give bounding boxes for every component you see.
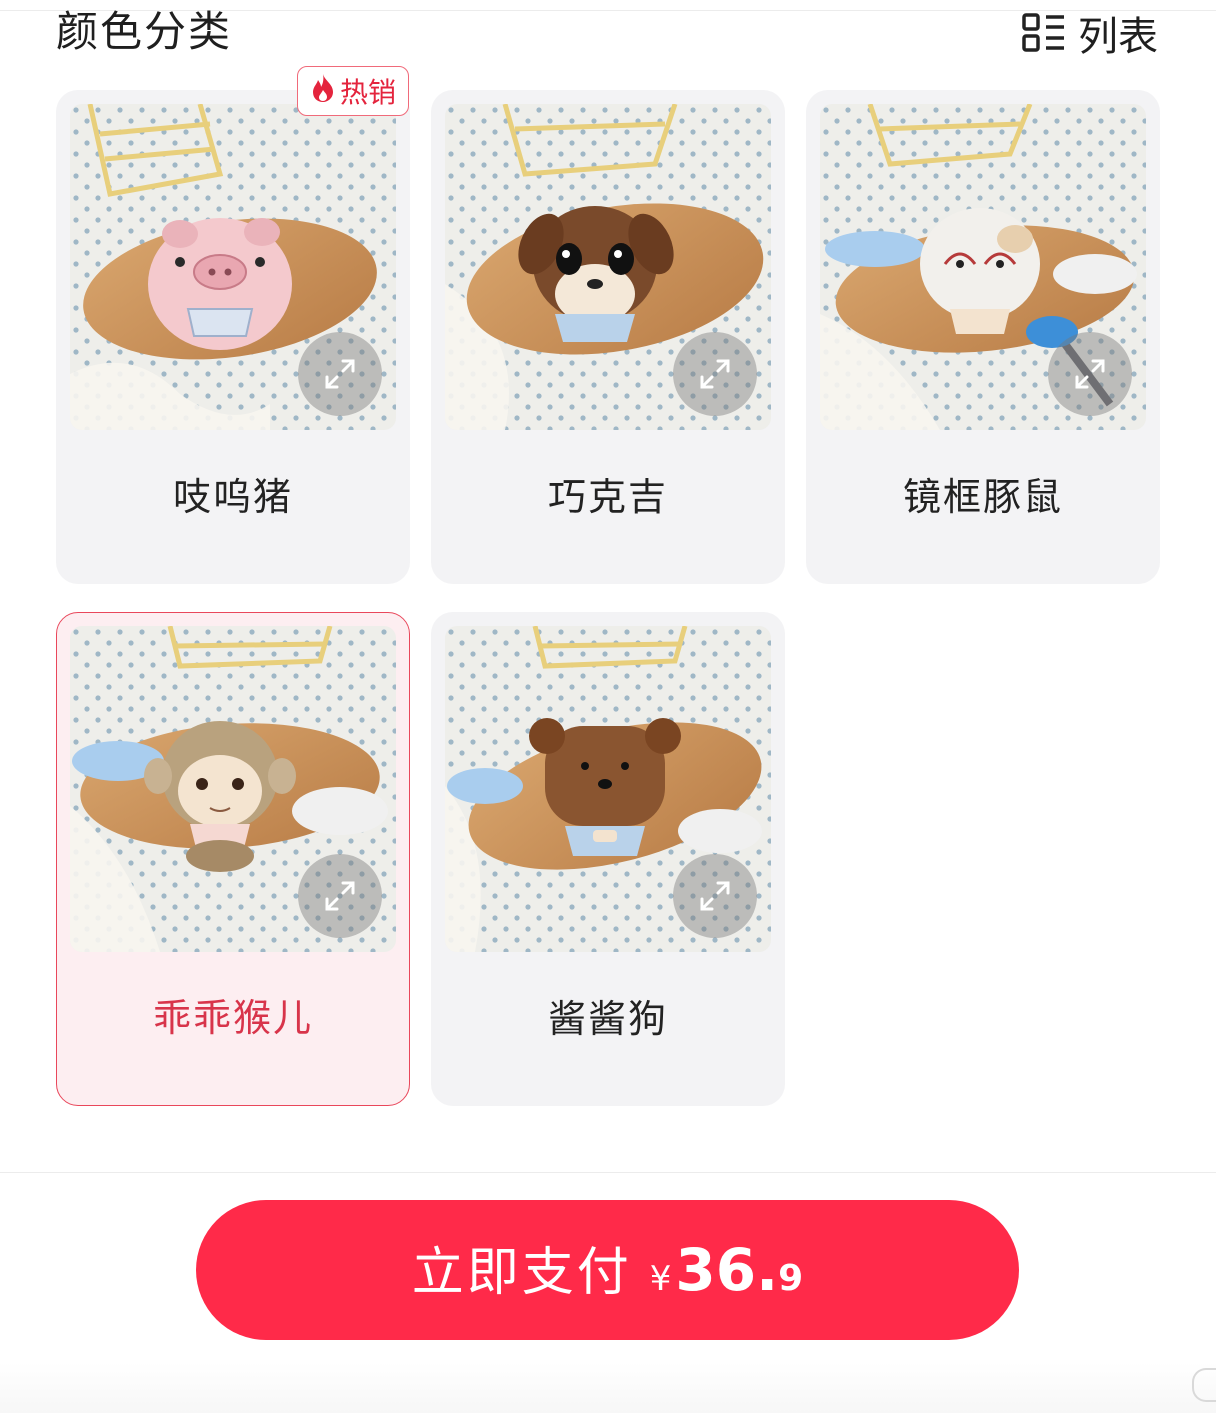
variant-card-guinea-pig[interactable]: 镜框豚鼠 [806, 90, 1160, 584]
section-title: 颜色分类 [56, 7, 233, 56]
variant-grid: 吱呜猪 巧克吉 镜框豚鼠 乖乖猴儿 酱酱狗 [56, 90, 1160, 1110]
expand-icon [325, 359, 355, 389]
currency-symbol: ¥ [649, 1259, 672, 1299]
product-photo [445, 104, 771, 430]
product-photo [70, 104, 396, 430]
expand-image-button[interactable] [298, 332, 382, 416]
expand-image-button[interactable] [1048, 332, 1132, 416]
variant-card-pig[interactable]: 吱呜猪 [56, 90, 410, 584]
expand-image-button[interactable] [297, 853, 382, 938]
expand-icon [700, 359, 730, 389]
expand-image-button[interactable] [673, 332, 757, 416]
product-photo [445, 626, 771, 952]
variant-name: 乖乖猴儿 [152, 996, 313, 1040]
list-view-toggle[interactable]: 列表 [1022, 6, 1158, 60]
expand-icon [1075, 359, 1105, 389]
variant-card-sauce-dog[interactable]: 酱酱狗 [431, 612, 785, 1106]
variant-card-monkey[interactable]: 乖乖猴儿 [56, 612, 410, 1106]
product-photo [820, 104, 1146, 430]
flame-icon [310, 73, 336, 110]
variant-name: 巧克吉 [547, 475, 668, 519]
product-photo [69, 625, 396, 952]
variant-name: 酱酱狗 [547, 997, 668, 1041]
variant-name: 吱呜猪 [172, 475, 293, 519]
price-integer: 36. [675, 1236, 779, 1304]
expand-icon [325, 881, 354, 910]
pay-now-label: 立即支付 [411, 1243, 632, 1303]
pay-now-button[interactable]: 立即支付 ¥ 36. 9 [196, 1200, 1019, 1340]
hot-sale-badge: 热销 [297, 66, 409, 116]
list-view-icon [1022, 13, 1066, 53]
bottom-bar [0, 1362, 1216, 1413]
variant-name: 镜框豚鼠 [902, 475, 1063, 519]
expand-image-button[interactable] [673, 854, 757, 938]
footer-divider [0, 1172, 1216, 1173]
price-decimal: 9 [778, 1258, 804, 1299]
list-view-label: 列表 [1078, 14, 1158, 60]
variant-card-chocolate-dog[interactable]: 巧克吉 [431, 90, 785, 584]
expand-icon [700, 881, 730, 911]
edge-handle [1192, 1368, 1216, 1402]
hot-sale-label: 热销 [339, 76, 396, 109]
